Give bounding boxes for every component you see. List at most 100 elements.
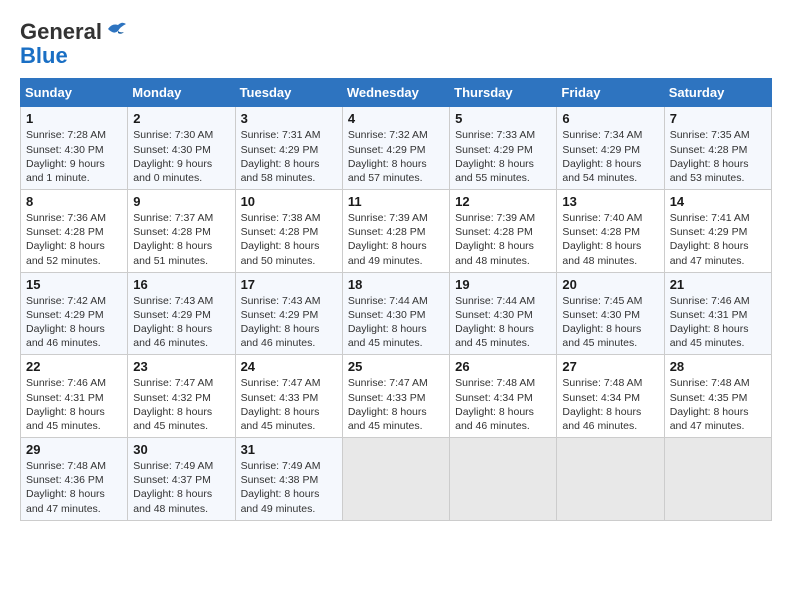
day-info: Sunrise: 7:37 AMSunset: 4:28 PMDaylight:… [133,212,213,267]
day-number: 16 [133,277,229,292]
day-info: Sunrise: 7:46 AMSunset: 4:31 PMDaylight:… [670,295,750,350]
day-info: Sunrise: 7:41 AMSunset: 4:29 PMDaylight:… [670,212,750,267]
day-info: Sunrise: 7:33 AMSunset: 4:29 PMDaylight:… [455,129,535,184]
logo-bird-icon [104,21,126,39]
day-number: 3 [241,111,337,126]
calendar-week-5: 29 Sunrise: 7:48 AMSunset: 4:36 PMDaylig… [21,438,772,521]
logo: General Blue [20,20,126,68]
calendar-cell: 19 Sunrise: 7:44 AMSunset: 4:30 PMDaylig… [450,272,557,355]
calendar-cell: 1 Sunrise: 7:28 AMSunset: 4:30 PMDayligh… [21,107,128,190]
day-number: 17 [241,277,337,292]
calendar-cell: 6 Sunrise: 7:34 AMSunset: 4:29 PMDayligh… [557,107,664,190]
day-info: Sunrise: 7:45 AMSunset: 4:30 PMDaylight:… [562,295,642,350]
weekday-header-saturday: Saturday [664,79,771,107]
calendar-cell: 30 Sunrise: 7:49 AMSunset: 4:37 PMDaylig… [128,438,235,521]
weekday-header-thursday: Thursday [450,79,557,107]
day-info: Sunrise: 7:46 AMSunset: 4:31 PMDaylight:… [26,377,106,432]
day-info: Sunrise: 7:48 AMSunset: 4:36 PMDaylight:… [26,460,106,515]
day-number: 14 [670,194,766,209]
logo-blue: Blue [20,44,68,68]
calendar-cell: 25 Sunrise: 7:47 AMSunset: 4:33 PMDaylig… [342,355,449,438]
day-info: Sunrise: 7:48 AMSunset: 4:34 PMDaylight:… [455,377,535,432]
day-info: Sunrise: 7:43 AMSunset: 4:29 PMDaylight:… [241,295,321,350]
calendar-cell: 16 Sunrise: 7:43 AMSunset: 4:29 PMDaylig… [128,272,235,355]
day-info: Sunrise: 7:47 AMSunset: 4:32 PMDaylight:… [133,377,213,432]
day-info: Sunrise: 7:39 AMSunset: 4:28 PMDaylight:… [348,212,428,267]
calendar-cell: 18 Sunrise: 7:44 AMSunset: 4:30 PMDaylig… [342,272,449,355]
day-number: 21 [670,277,766,292]
calendar-cell: 20 Sunrise: 7:45 AMSunset: 4:30 PMDaylig… [557,272,664,355]
day-info: Sunrise: 7:30 AMSunset: 4:30 PMDaylight:… [133,129,213,184]
day-info: Sunrise: 7:38 AMSunset: 4:28 PMDaylight:… [241,212,321,267]
calendar-cell: 31 Sunrise: 7:49 AMSunset: 4:38 PMDaylig… [235,438,342,521]
calendar-cell: 21 Sunrise: 7:46 AMSunset: 4:31 PMDaylig… [664,272,771,355]
day-number: 23 [133,359,229,374]
day-number: 2 [133,111,229,126]
day-number: 6 [562,111,658,126]
day-info: Sunrise: 7:49 AMSunset: 4:38 PMDaylight:… [241,460,321,515]
calendar-cell [557,438,664,521]
day-number: 25 [348,359,444,374]
day-number: 26 [455,359,551,374]
day-number: 8 [26,194,122,209]
calendar-cell: 14 Sunrise: 7:41 AMSunset: 4:29 PMDaylig… [664,190,771,273]
weekday-header-wednesday: Wednesday [342,79,449,107]
calendar-cell: 29 Sunrise: 7:48 AMSunset: 4:36 PMDaylig… [21,438,128,521]
day-number: 13 [562,194,658,209]
day-info: Sunrise: 7:44 AMSunset: 4:30 PMDaylight:… [455,295,535,350]
weekday-header-tuesday: Tuesday [235,79,342,107]
day-number: 12 [455,194,551,209]
day-number: 24 [241,359,337,374]
day-number: 10 [241,194,337,209]
day-number: 1 [26,111,122,126]
day-info: Sunrise: 7:47 AMSunset: 4:33 PMDaylight:… [348,377,428,432]
day-info: Sunrise: 7:47 AMSunset: 4:33 PMDaylight:… [241,377,321,432]
calendar-cell: 23 Sunrise: 7:47 AMSunset: 4:32 PMDaylig… [128,355,235,438]
day-info: Sunrise: 7:48 AMSunset: 4:34 PMDaylight:… [562,377,642,432]
day-info: Sunrise: 7:44 AMSunset: 4:30 PMDaylight:… [348,295,428,350]
calendar-cell: 4 Sunrise: 7:32 AMSunset: 4:29 PMDayligh… [342,107,449,190]
day-number: 31 [241,442,337,457]
day-number: 11 [348,194,444,209]
day-info: Sunrise: 7:35 AMSunset: 4:28 PMDaylight:… [670,129,750,184]
calendar-cell: 13 Sunrise: 7:40 AMSunset: 4:28 PMDaylig… [557,190,664,273]
calendar-cell: 24 Sunrise: 7:47 AMSunset: 4:33 PMDaylig… [235,355,342,438]
day-number: 18 [348,277,444,292]
weekday-header-sunday: Sunday [21,79,128,107]
calendar-cell: 7 Sunrise: 7:35 AMSunset: 4:28 PMDayligh… [664,107,771,190]
day-info: Sunrise: 7:39 AMSunset: 4:28 PMDaylight:… [455,212,535,267]
calendar-cell: 8 Sunrise: 7:36 AMSunset: 4:28 PMDayligh… [21,190,128,273]
day-info: Sunrise: 7:36 AMSunset: 4:28 PMDaylight:… [26,212,106,267]
day-info: Sunrise: 7:49 AMSunset: 4:37 PMDaylight:… [133,460,213,515]
day-info: Sunrise: 7:40 AMSunset: 4:28 PMDaylight:… [562,212,642,267]
day-info: Sunrise: 7:32 AMSunset: 4:29 PMDaylight:… [348,129,428,184]
calendar-cell: 12 Sunrise: 7:39 AMSunset: 4:28 PMDaylig… [450,190,557,273]
day-number: 22 [26,359,122,374]
calendar-cell: 28 Sunrise: 7:48 AMSunset: 4:35 PMDaylig… [664,355,771,438]
calendar-cell [450,438,557,521]
day-number: 5 [455,111,551,126]
weekday-header-row: SundayMondayTuesdayWednesdayThursdayFrid… [21,79,772,107]
day-number: 20 [562,277,658,292]
calendar-cell: 3 Sunrise: 7:31 AMSunset: 4:29 PMDayligh… [235,107,342,190]
calendar-cell: 10 Sunrise: 7:38 AMSunset: 4:28 PMDaylig… [235,190,342,273]
calendar-cell: 22 Sunrise: 7:46 AMSunset: 4:31 PMDaylig… [21,355,128,438]
calendar-cell: 27 Sunrise: 7:48 AMSunset: 4:34 PMDaylig… [557,355,664,438]
calendar-cell: 9 Sunrise: 7:37 AMSunset: 4:28 PMDayligh… [128,190,235,273]
calendar-table: SundayMondayTuesdayWednesdayThursdayFrid… [20,78,772,520]
day-info: Sunrise: 7:48 AMSunset: 4:35 PMDaylight:… [670,377,750,432]
day-info: Sunrise: 7:42 AMSunset: 4:29 PMDaylight:… [26,295,106,350]
page-header: General Blue [20,20,772,68]
calendar-week-1: 1 Sunrise: 7:28 AMSunset: 4:30 PMDayligh… [21,107,772,190]
day-number: 15 [26,277,122,292]
logo-general: General [20,20,102,44]
calendar-cell: 17 Sunrise: 7:43 AMSunset: 4:29 PMDaylig… [235,272,342,355]
day-info: Sunrise: 7:31 AMSunset: 4:29 PMDaylight:… [241,129,321,184]
calendar-cell: 11 Sunrise: 7:39 AMSunset: 4:28 PMDaylig… [342,190,449,273]
calendar-cell: 15 Sunrise: 7:42 AMSunset: 4:29 PMDaylig… [21,272,128,355]
day-number: 7 [670,111,766,126]
day-number: 19 [455,277,551,292]
calendar-cell: 26 Sunrise: 7:48 AMSunset: 4:34 PMDaylig… [450,355,557,438]
calendar-cell [664,438,771,521]
day-number: 28 [670,359,766,374]
